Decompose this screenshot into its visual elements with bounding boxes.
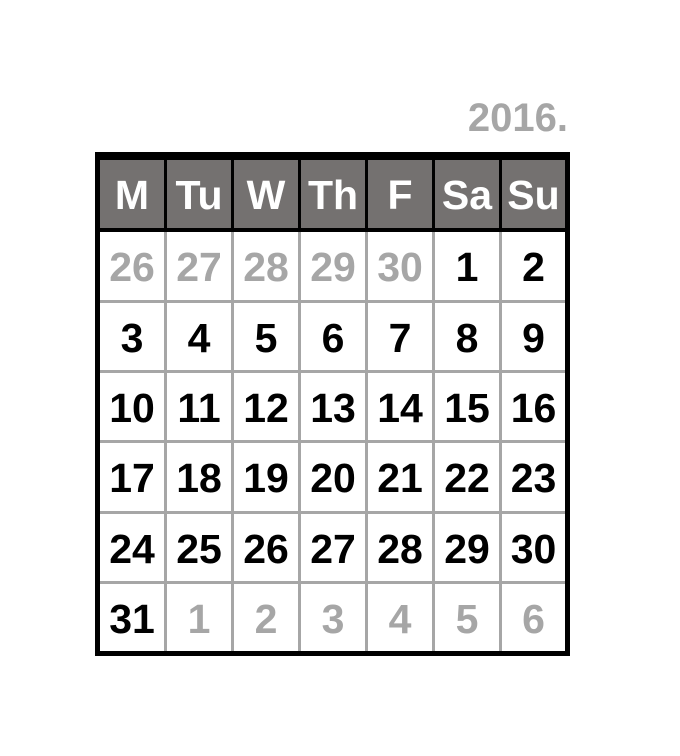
adjacent-month-day: 6 <box>502 584 565 651</box>
calendar-day: 9 <box>502 303 565 370</box>
calendar-day: 15 <box>435 373 499 440</box>
calendar-day: 20 <box>301 443 365 511</box>
year-label: 2016. <box>467 96 568 140</box>
adjacent-month-day: 2 <box>234 584 298 651</box>
calendar-day: 30 <box>502 514 565 581</box>
calendar-day: 11 <box>167 373 231 440</box>
adjacent-month-day: 3 <box>301 584 365 651</box>
calendar-day: 22 <box>435 443 499 511</box>
calendar-day: 13 <box>301 373 365 440</box>
calendar-day: 31 <box>100 584 164 651</box>
calendar-day: 17 <box>100 443 164 511</box>
calendar-day: 26 <box>234 514 298 581</box>
calendar-grid: M Tu W Th F Sa Su 26 27 28 29 30 1 2 3 4 5 6 7 8 9 10 11 12 13 1… <box>95 152 570 656</box>
adjacent-month-day: 30 <box>368 232 432 300</box>
weekday-m: M <box>100 160 164 228</box>
weekday-su: Su <box>502 160 565 228</box>
calendar-day: 23 <box>502 443 565 511</box>
adjacent-month-day: 29 <box>301 232 365 300</box>
calendar-day: 24 <box>100 514 164 581</box>
calendar-day: 2 <box>502 232 565 300</box>
calendar-day: 25 <box>167 514 231 581</box>
adjacent-month-day: 27 <box>167 232 231 300</box>
calendar-day: 7 <box>368 303 432 370</box>
weekday-w: W <box>234 160 298 228</box>
adjacent-month-day: 5 <box>435 584 499 651</box>
calendar-day: 4 <box>167 303 231 370</box>
adjacent-month-day: 26 <box>100 232 164 300</box>
calendar-day: 8 <box>435 303 499 370</box>
calendar-day: 19 <box>234 443 298 511</box>
calendar-day: 1 <box>435 232 499 300</box>
calendar-day: 27 <box>301 514 365 581</box>
calendar-day: 12 <box>234 373 298 440</box>
weekday-f: F <box>368 160 432 228</box>
calendar-day: 28 <box>368 514 432 581</box>
weekday-header: M Tu W Th F Sa Su <box>100 157 565 231</box>
calendar-day: 3 <box>100 303 164 370</box>
calendar-day: 14 <box>368 373 432 440</box>
calendar-day: 16 <box>502 373 565 440</box>
calendar-day: 18 <box>167 443 231 511</box>
weekday-th: Th <box>301 160 365 228</box>
calendar-day: 6 <box>301 303 365 370</box>
calendar-day: 21 <box>368 443 432 511</box>
calendar-day: 10 <box>100 373 164 440</box>
calendar-day: 29 <box>435 514 499 581</box>
adjacent-month-day: 28 <box>234 232 298 300</box>
weekday-sa: Sa <box>435 160 499 228</box>
weekday-tu: Tu <box>167 160 231 228</box>
calendar-day: 5 <box>234 303 298 370</box>
adjacent-month-day: 1 <box>167 584 231 651</box>
adjacent-month-day: 4 <box>368 584 432 651</box>
